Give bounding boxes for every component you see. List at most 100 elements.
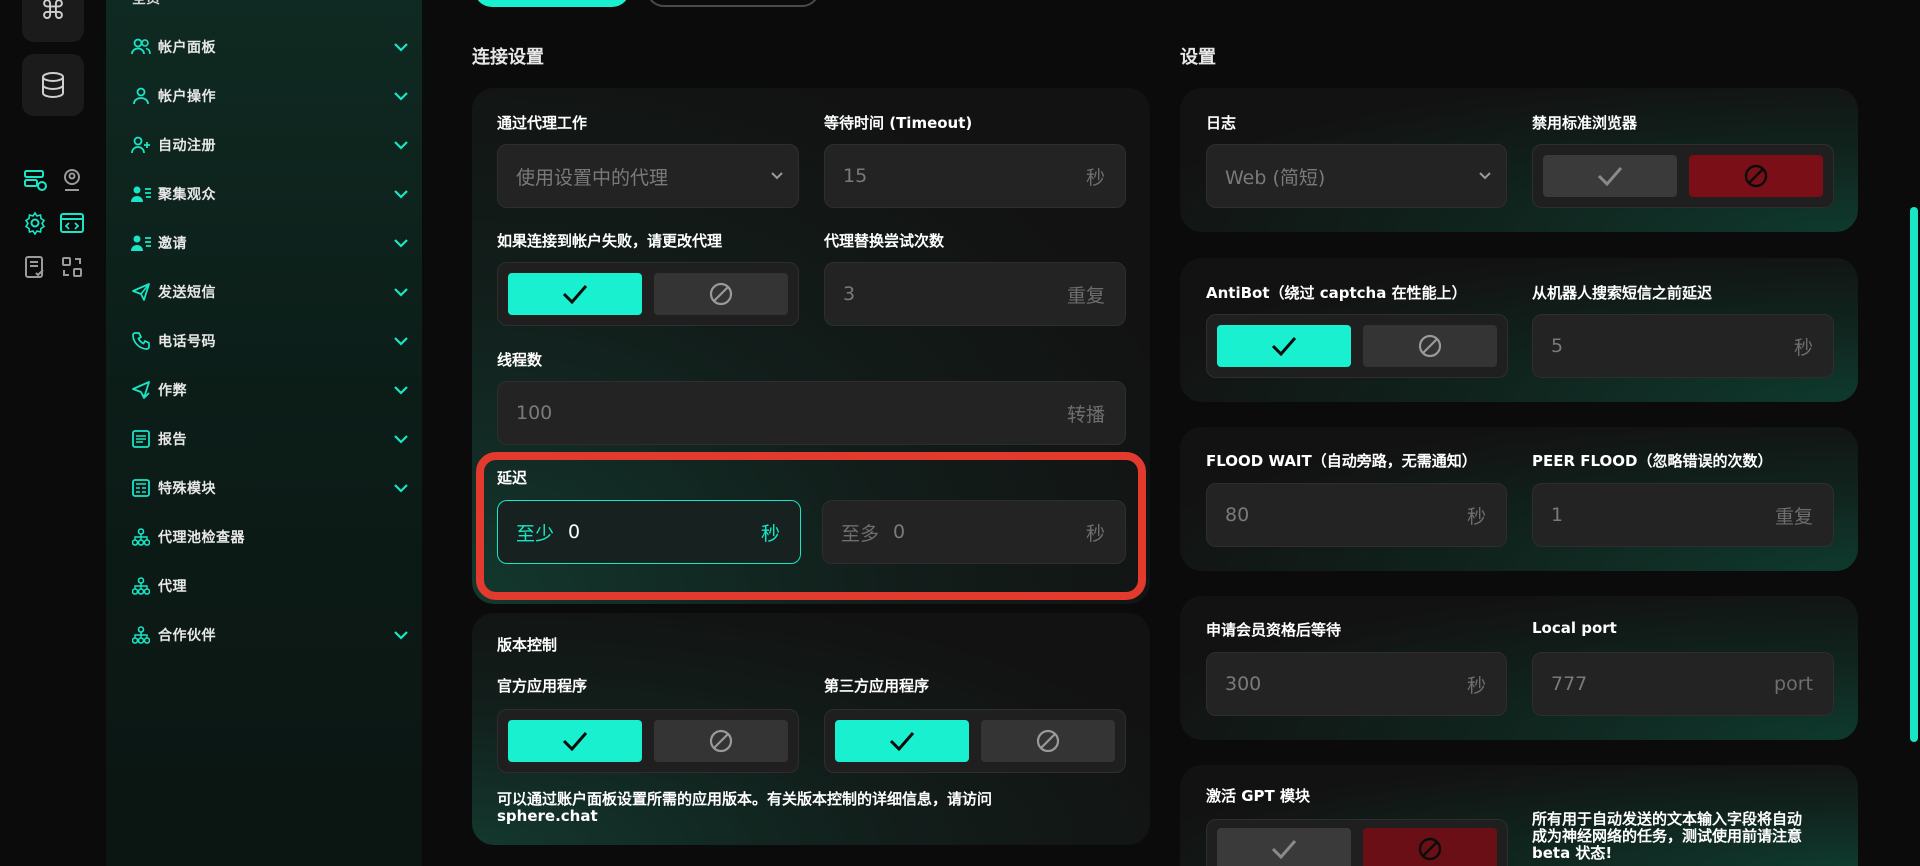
- proxy-attempts-input[interactable]: 3 重复: [824, 262, 1126, 326]
- sidebar-item-invite[interactable]: 邀请: [130, 226, 410, 260]
- chevron-down-icon[interactable]: [392, 381, 410, 399]
- timeout-input[interactable]: 15 秒: [824, 144, 1126, 208]
- primary-action-button[interactable]: [474, 0, 630, 7]
- disable-button[interactable]: [654, 273, 788, 315]
- bot-delay-input[interactable]: 5 秒: [1532, 314, 1834, 378]
- sidebar-item-gather-audience[interactable]: 聚集观众: [130, 177, 410, 211]
- disable-button[interactable]: [1363, 828, 1497, 866]
- sidebar-top-label: 全员: [132, 0, 160, 8]
- third-party-app-toggle[interactable]: [824, 709, 1126, 773]
- disable-button[interactable]: [654, 720, 788, 762]
- sidebar-item-label: 邀请: [158, 236, 187, 252]
- network-icon: [130, 526, 152, 548]
- gpt-note-line: 成为神经网络的任务，测试使用前请注意: [1532, 827, 1803, 845]
- sidebar-item-label: 代理: [158, 579, 187, 595]
- sidebar-item-label: 合作伙伴: [158, 628, 216, 644]
- send-check-icon: [130, 379, 152, 401]
- delay-highlight-frame: [476, 452, 1146, 600]
- sidebar-item-auto-register[interactable]: 自动注册: [130, 128, 410, 162]
- sidebar-item-proxy-checker[interactable]: 代理池检查器: [130, 520, 410, 554]
- version-note-text: 可以通过账户面板设置所需的应用版本。有关版本控制的详细信息，请访问: [497, 790, 993, 808]
- log-settings-card: 日志 Web (简短) 禁用标准浏览器: [1180, 88, 1858, 232]
- sidebar-item-label: 代理池检查器: [158, 530, 245, 546]
- timeout-label: 等待时间 (Timeout): [824, 114, 973, 132]
- enable-button[interactable]: [1543, 155, 1677, 197]
- database-button[interactable]: [22, 54, 84, 116]
- bot-delay-label: 从机器人搜索短信之前延迟: [1532, 284, 1713, 302]
- block-icon: [1418, 334, 1442, 358]
- enable-button[interactable]: [508, 720, 642, 762]
- threads-unit: 转播: [1066, 403, 1105, 426]
- local-port-value: 777: [1551, 673, 1588, 695]
- log-value: Web (简短): [1225, 166, 1326, 189]
- proxy-attempts-unit: 重复: [1066, 284, 1105, 307]
- membership-wait-input[interactable]: 300 秒: [1206, 652, 1507, 716]
- enable-button[interactable]: [1217, 325, 1351, 367]
- flood-wait-label: FLOOD WAIT（自动旁路，无需通知）: [1206, 452, 1477, 470]
- log-select[interactable]: Web (简短): [1206, 144, 1507, 208]
- user-location-icon[interactable]: [58, 166, 86, 194]
- bot-delay-value: 5: [1551, 335, 1564, 357]
- sidebar-item-label: 发送短信: [158, 285, 216, 301]
- peer-flood-input[interactable]: 1 重复: [1532, 483, 1834, 547]
- secondary-action-button[interactable]: [646, 0, 820, 7]
- flood-wait-input[interactable]: 80 秒: [1206, 483, 1507, 547]
- official-app-toggle[interactable]: [497, 709, 799, 773]
- user-list-icon: [130, 232, 152, 254]
- enable-button[interactable]: [835, 720, 969, 762]
- bot-delay-unit: 秒: [1793, 336, 1813, 359]
- disable-button[interactable]: [981, 720, 1115, 762]
- sphere-chat-link[interactable]: sphere.chat: [497, 808, 1137, 825]
- timeout-value: 15: [843, 165, 868, 187]
- network-icon: [130, 575, 152, 597]
- sidebar-item-phone-numbers[interactable]: 电话号码: [130, 324, 410, 358]
- chevron-down-icon[interactable]: [392, 185, 410, 203]
- sidebar-item-cheat[interactable]: 作弊: [130, 373, 410, 407]
- enable-button[interactable]: [508, 273, 642, 315]
- threads-input[interactable]: 100 转播: [497, 381, 1126, 445]
- chevron-down-icon[interactable]: [392, 87, 410, 105]
- proxy-work-select[interactable]: 使用设置中的代理: [497, 144, 799, 208]
- enable-button[interactable]: [1217, 828, 1351, 866]
- local-port-input[interactable]: 777 port: [1532, 652, 1834, 716]
- sidebar-item-label: 报告: [158, 432, 187, 448]
- block-icon: [1744, 164, 1768, 188]
- user-plus-icon: [130, 134, 152, 156]
- chevron-down-icon[interactable]: [392, 38, 410, 56]
- sidebar-item-account-panel[interactable]: 帐户面板: [130, 30, 410, 64]
- sidebar-item-account-actions[interactable]: 帐户操作: [130, 79, 410, 113]
- settings-gear-icon[interactable]: [21, 209, 49, 237]
- flood-wait-unit: 秒: [1466, 505, 1486, 528]
- disable-browser-toggle[interactable]: [1532, 144, 1834, 208]
- disable-button[interactable]: [1689, 155, 1823, 197]
- flood-wait-value: 80: [1225, 504, 1250, 526]
- chevron-down-icon[interactable]: [392, 479, 410, 497]
- scrollbar-thumb[interactable]: [1910, 207, 1918, 742]
- checklist-icon[interactable]: [21, 253, 49, 281]
- chevron-down-icon[interactable]: [392, 430, 410, 448]
- server-check-icon[interactable]: [21, 166, 49, 194]
- chevron-down-icon[interactable]: [392, 332, 410, 350]
- command-button[interactable]: ⌘: [22, 0, 84, 42]
- official-app-label: 官方应用程序: [497, 677, 588, 695]
- peer-flood-value: 1: [1551, 504, 1564, 526]
- chevron-down-icon[interactable]: [392, 283, 410, 301]
- chevron-down-icon[interactable]: [392, 136, 410, 154]
- sidebar-item-special-modules[interactable]: 特殊模块: [130, 471, 410, 505]
- grid-swap-icon[interactable]: [58, 253, 86, 281]
- gpt-card: 激活 GPT 模块 所有用于自动发送的文本输入字段将自动 成为神经网络的任务，测…: [1180, 765, 1858, 866]
- chevron-down-icon[interactable]: [392, 234, 410, 252]
- change-proxy-toggle[interactable]: [497, 262, 799, 326]
- peer-flood-unit: 重复: [1774, 505, 1813, 528]
- command-icon: ⌘: [40, 0, 66, 26]
- gpt-toggle[interactable]: [1206, 819, 1508, 866]
- sidebar-item-partners[interactable]: 合作伙伴: [130, 618, 410, 652]
- code-window-icon[interactable]: [58, 209, 86, 237]
- sidebar-item-report[interactable]: 报告: [130, 422, 410, 456]
- sidebar-item-proxy[interactable]: 代理: [130, 569, 410, 603]
- disable-button[interactable]: [1363, 325, 1497, 367]
- sidebar-item-send-sms[interactable]: 发送短信: [130, 275, 410, 309]
- sidebar: 全员 帐户面板 帐户操作 自动注册 聚集观众 邀请 发送短信 电话号码 作弊: [106, 0, 422, 866]
- antibot-toggle[interactable]: [1206, 314, 1508, 378]
- chevron-down-icon[interactable]: [392, 626, 410, 644]
